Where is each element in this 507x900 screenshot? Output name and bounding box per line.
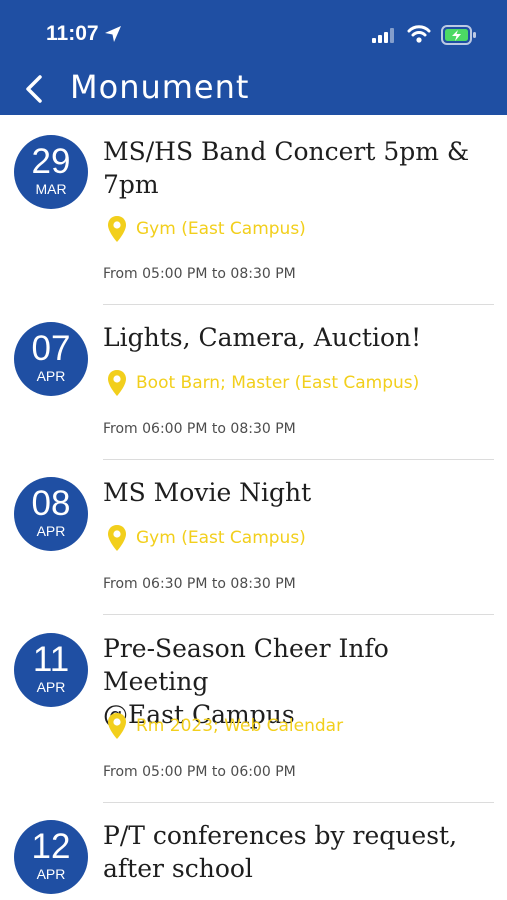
event-month: APR <box>36 679 66 695</box>
event-title: MS Movie Night <box>103 476 501 509</box>
event-title: Lights, Camera, Auction! <box>103 321 501 354</box>
event-title-line: P/T conferences by request, <box>103 821 458 850</box>
wifi-icon <box>407 25 431 43</box>
back-button[interactable] <box>20 72 50 106</box>
map-pin-icon <box>108 525 126 551</box>
event-month: APR <box>36 866 66 882</box>
event-item[interactable]: 12 APR P/T conferences by request, after… <box>0 803 507 900</box>
event-time: From 05:00 PM to 06:00 PM <box>103 764 296 780</box>
event-title-line: Pre-Season Cheer Info Meeting <box>103 634 389 696</box>
event-location-text: Rm 2023; Web Calendar <box>136 716 344 736</box>
event-day: 29 <box>31 142 71 181</box>
event-title-line: MS/HS Band Concert 5pm & <box>103 137 470 166</box>
date-badge: 12 APR <box>14 820 88 894</box>
event-month: APR <box>36 523 66 539</box>
event-month: APR <box>36 368 66 384</box>
date-badge: 11 APR <box>14 633 88 707</box>
map-pin-icon <box>108 216 126 242</box>
event-title: MS/HS Band Concert 5pm & 7pm <box>103 135 501 201</box>
event-title-line: MS Movie Night <box>103 478 312 507</box>
event-day: 11 <box>32 640 70 679</box>
status-time: 11:07 <box>46 22 99 45</box>
event-item[interactable]: 29 MAR MS/HS Band Concert 5pm & 7pm Gym … <box>0 115 507 305</box>
event-item[interactable]: 07 APR Lights, Camera, Auction! Boot Bar… <box>0 305 507 460</box>
date-badge: 29 MAR <box>14 135 88 209</box>
event-title: P/T conferences by request, after school <box>103 819 501 885</box>
event-item[interactable]: 11 APR Pre-Season Cheer Info Meeting @Ea… <box>0 615 507 803</box>
battery-charging-icon <box>441 25 476 45</box>
event-day: 12 <box>31 827 71 866</box>
cellular-signal-icon <box>372 28 396 43</box>
event-day: 07 <box>31 329 71 368</box>
event-day: 08 <box>31 484 71 523</box>
chevron-left-icon <box>26 75 42 103</box>
date-badge: 08 APR <box>14 477 88 551</box>
navigation-bar: Monument <box>0 62 507 115</box>
event-list: 29 MAR MS/HS Band Concert 5pm & 7pm Gym … <box>0 115 507 900</box>
event-item[interactable]: 08 APR MS Movie Night Gym (East Campus) … <box>0 460 507 615</box>
event-location-text: Boot Barn; Master (East Campus) <box>136 373 420 393</box>
page-title: Monument <box>70 68 250 106</box>
event-month: MAR <box>35 181 67 197</box>
location-arrow-icon <box>105 26 121 42</box>
date-badge: 07 APR <box>14 322 88 396</box>
app-header: 11:07 Monument <box>0 0 507 115</box>
event-time: From 05:00 PM to 08:30 PM <box>103 266 296 282</box>
map-pin-icon <box>108 370 126 396</box>
event-title-line: after school <box>103 854 253 883</box>
event-location-text: Gym (East Campus) <box>136 219 306 239</box>
event-title-line: 7pm <box>103 170 159 199</box>
event-time: From 06:30 PM to 08:30 PM <box>103 576 296 592</box>
event-time: From 06:00 PM to 08:30 PM <box>103 421 296 437</box>
event-title-line: Lights, Camera, Auction! <box>103 323 422 352</box>
event-location-text: Gym (East Campus) <box>136 528 306 548</box>
map-pin-icon <box>108 713 126 739</box>
status-bar: 11:07 <box>0 0 507 62</box>
